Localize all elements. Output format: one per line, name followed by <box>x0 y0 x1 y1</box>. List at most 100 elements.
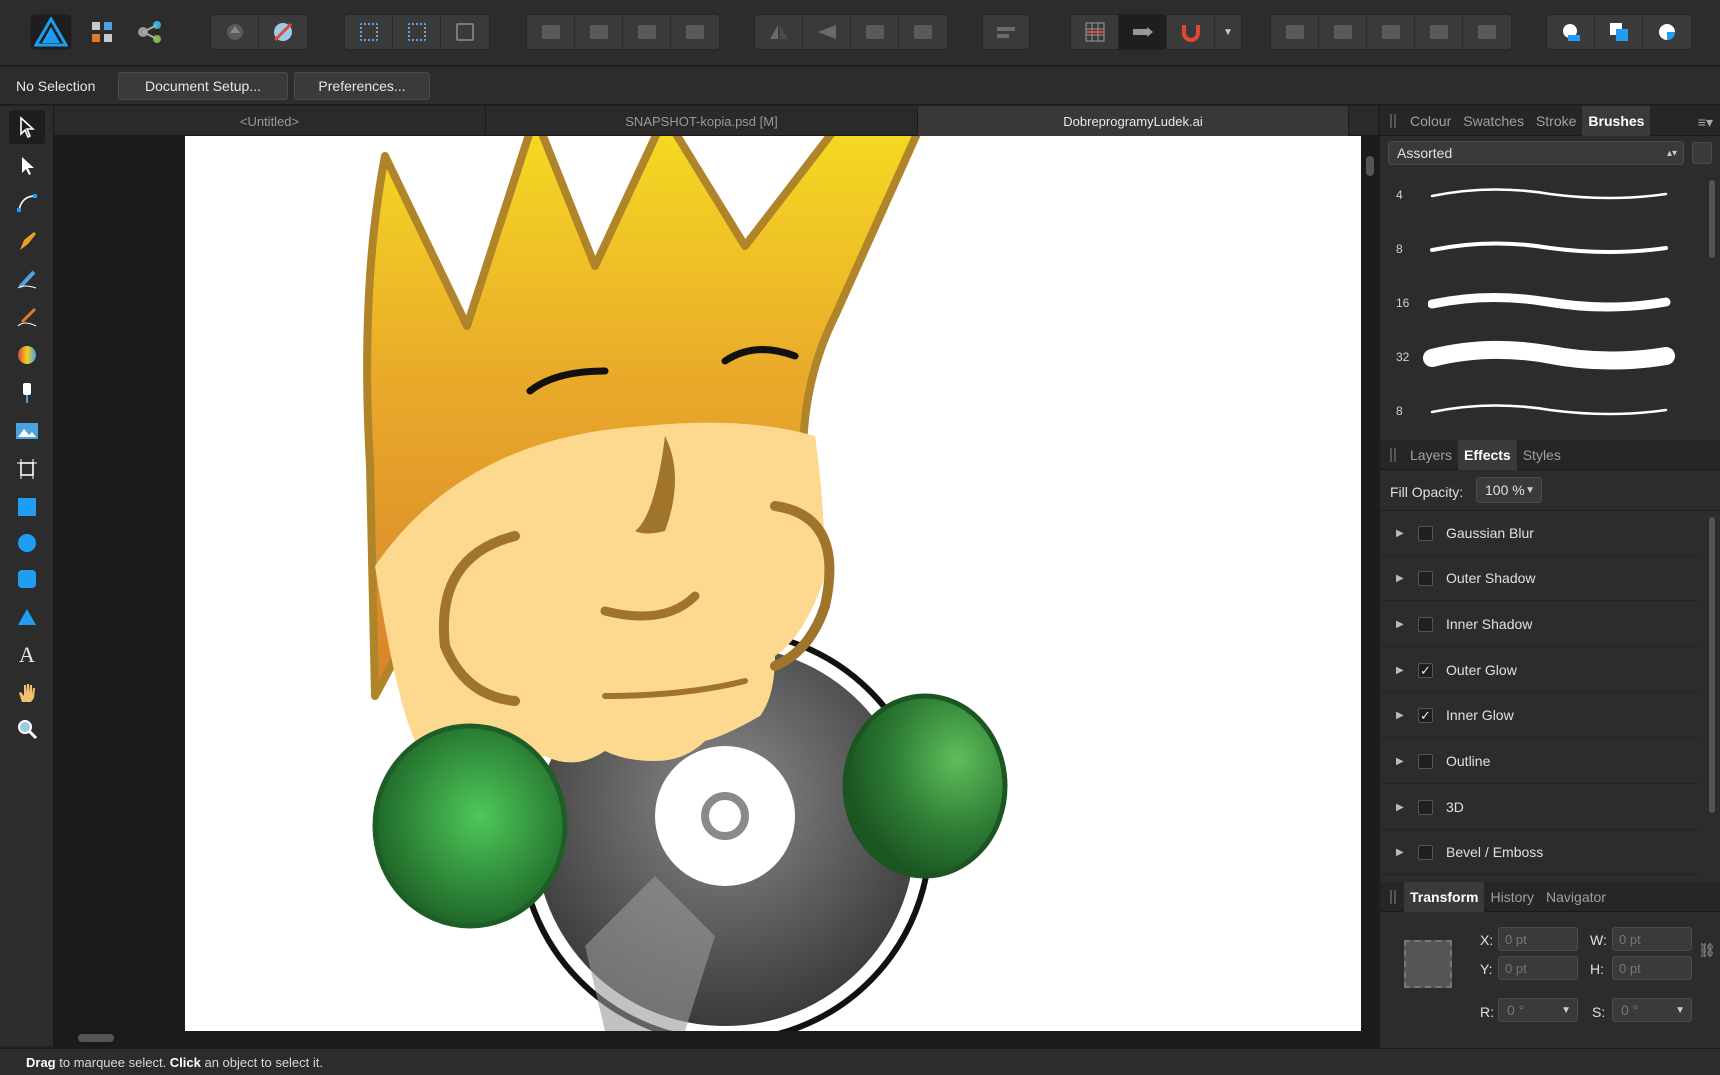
brush-item[interactable]: 32 <box>1380 330 1700 384</box>
expand-triangle-icon[interactable]: ▶ <box>1396 847 1410 858</box>
tab-swatches[interactable]: Swatches <box>1457 106 1530 136</box>
hand-tool-icon[interactable] <box>9 676 45 710</box>
document-setup-button[interactable]: Document Setup... <box>118 72 288 100</box>
effect-checkbox-checked[interactable]: ✓ <box>1418 662 1433 678</box>
flip-vertical-icon[interactable] <box>803 15 851 49</box>
separated-mode-icon[interactable] <box>1595 15 1643 49</box>
effect-inner-shadow[interactable]: ▶ Inner Shadow <box>1382 602 1700 647</box>
pen-tool-icon[interactable] <box>9 224 45 258</box>
lock-aspect-icon[interactable]: ⛓ <box>1698 942 1716 959</box>
designer-persona-icon[interactable] <box>30 14 72 50</box>
fill-opacity-select[interactable]: 100 % ▼ <box>1476 477 1542 503</box>
brush-category-select[interactable]: Assorted ▴▾ <box>1388 141 1684 165</box>
rotation-select[interactable]: 0 ° ▼ <box>1498 998 1578 1022</box>
tab-stroke[interactable]: Stroke <box>1530 106 1582 136</box>
tab-untitled[interactable]: <Untitled> <box>54 106 486 136</box>
triangle-tool-icon[interactable] <box>9 600 45 634</box>
move-forward-icon[interactable] <box>623 15 671 49</box>
y-field[interactable]: 0 pt <box>1498 956 1578 980</box>
divide-icon[interactable] <box>1463 15 1511 49</box>
tab-navigator[interactable]: Navigator <box>1540 882 1612 912</box>
x-field[interactable]: 0 pt <box>1498 927 1578 951</box>
expand-triangle-icon[interactable]: ▶ <box>1396 710 1410 721</box>
brush-item[interactable]: 8 <box>1380 222 1700 276</box>
invert-selection-icon[interactable] <box>441 15 489 49</box>
w-field[interactable]: 0 pt <box>1612 927 1692 951</box>
effect-checkbox[interactable] <box>1418 525 1433 541</box>
move-backward-icon[interactable] <box>575 15 623 49</box>
fill-tool-icon[interactable] <box>9 338 45 372</box>
tab-styles[interactable]: Styles <box>1517 440 1567 470</box>
effect-checkbox[interactable] <box>1418 844 1433 860</box>
expand-triangle-icon[interactable]: ▶ <box>1396 665 1410 676</box>
effect-checkbox[interactable] <box>1418 799 1433 815</box>
brush-list-view-icon[interactable] <box>1692 142 1712 164</box>
anchor-point-selector[interactable] <box>1404 940 1452 988</box>
brush-item[interactable]: 8 <box>1380 384 1700 438</box>
panel-grip-icon[interactable] <box>1390 113 1396 128</box>
place-image-icon[interactable] <box>9 414 45 448</box>
tab-history[interactable]: History <box>1484 882 1540 912</box>
panel-menu-icon[interactable]: ≡▾ <box>1698 114 1713 131</box>
pencil-tool-icon[interactable] <box>9 262 45 296</box>
upload-icon[interactable] <box>211 15 259 49</box>
quick-fx-icon[interactable] <box>1643 15 1691 49</box>
view-mode-icon[interactable] <box>1547 15 1595 49</box>
artboard[interactable] <box>185 136 1361 1031</box>
grid-icon[interactable] <box>1071 15 1119 49</box>
brush-list-scrollbar[interactable] <box>1709 180 1715 258</box>
effect-outer-glow[interactable]: ▶ ✓ Outer Glow <box>1382 648 1700 693</box>
panel-grip-icon[interactable] <box>1390 889 1396 904</box>
effect-gaussian-blur[interactable]: ▶ Gaussian Blur <box>1382 511 1700 556</box>
effect-checkbox[interactable] <box>1418 753 1433 769</box>
move-tool-icon[interactable] <box>9 110 45 144</box>
flip-horizontal-icon[interactable] <box>755 15 803 49</box>
effect-checkbox-checked[interactable]: ✓ <box>1418 707 1433 723</box>
preferences-button[interactable]: Preferences... <box>294 72 430 100</box>
effect-bevel-emboss[interactable]: ▶ Bevel / Emboss <box>1382 830 1700 875</box>
effect-3d[interactable]: ▶ 3D <box>1382 785 1700 830</box>
brush-tool-icon[interactable] <box>9 300 45 334</box>
select-none-icon[interactable] <box>393 15 441 49</box>
panel-grip-icon[interactable] <box>1390 447 1396 462</box>
rounded-rectangle-tool-icon[interactable] <box>9 562 45 596</box>
text-tool-icon[interactable]: A <box>9 638 45 672</box>
tab-brushes[interactable]: Brushes <box>1582 105 1651 136</box>
tab-snapshot-kopia[interactable]: SNAPSHOT-kopia.psd [M] <box>486 106 918 136</box>
xor-icon[interactable] <box>1415 15 1463 49</box>
rectangle-tool-icon[interactable] <box>9 490 45 524</box>
flower-icon[interactable] <box>259 15 307 49</box>
effect-inner-glow[interactable]: ▶ ✓ Inner Glow <box>1382 693 1700 738</box>
mascot-illustration[interactable] <box>185 136 1361 1031</box>
pixel-persona-icon[interactable] <box>82 14 122 50</box>
canvas-area[interactable] <box>54 136 1378 1048</box>
add-icon[interactable] <box>1271 15 1319 49</box>
horizontal-scrollbar[interactable] <box>78 1034 114 1042</box>
expand-triangle-icon[interactable]: ▶ <box>1396 573 1410 584</box>
effect-outline[interactable]: ▶ Outline <box>1382 739 1700 784</box>
effects-scrollbar[interactable] <box>1709 517 1715 813</box>
expand-triangle-icon[interactable]: ▶ <box>1396 756 1410 767</box>
h-field[interactable]: 0 pt <box>1612 956 1692 980</box>
node-tool-icon[interactable] <box>9 148 45 182</box>
expand-triangle-icon[interactable]: ▶ <box>1396 619 1410 630</box>
effect-outer-shadow[interactable]: ▶ Outer Shadow <box>1382 556 1700 601</box>
ellipse-tool-icon[interactable] <box>9 526 45 560</box>
vertical-scrollbar[interactable] <box>1366 156 1374 176</box>
expand-triangle-icon[interactable]: ▶ <box>1396 802 1410 813</box>
subtract-icon[interactable] <box>1319 15 1367 49</box>
pixel-align-icon[interactable] <box>1119 15 1167 49</box>
rotate-left-icon[interactable] <box>851 15 899 49</box>
artboard-tool-icon[interactable] <box>9 452 45 486</box>
transparency-tool-icon[interactable] <box>9 376 45 410</box>
zoom-tool-icon[interactable] <box>9 712 45 746</box>
intersect-icon[interactable] <box>1367 15 1415 49</box>
select-all-icon[interactable] <box>345 15 393 49</box>
shear-select[interactable]: 0 ° ▼ <box>1612 998 1692 1022</box>
rotate-right-icon[interactable] <box>899 15 947 49</box>
expand-triangle-icon[interactable]: ▶ <box>1396 528 1410 539</box>
effect-checkbox[interactable] <box>1418 616 1433 632</box>
export-persona-icon[interactable] <box>130 14 170 50</box>
tab-transform[interactable]: Transform <box>1404 881 1485 912</box>
brush-item[interactable]: 16 <box>1380 276 1700 330</box>
